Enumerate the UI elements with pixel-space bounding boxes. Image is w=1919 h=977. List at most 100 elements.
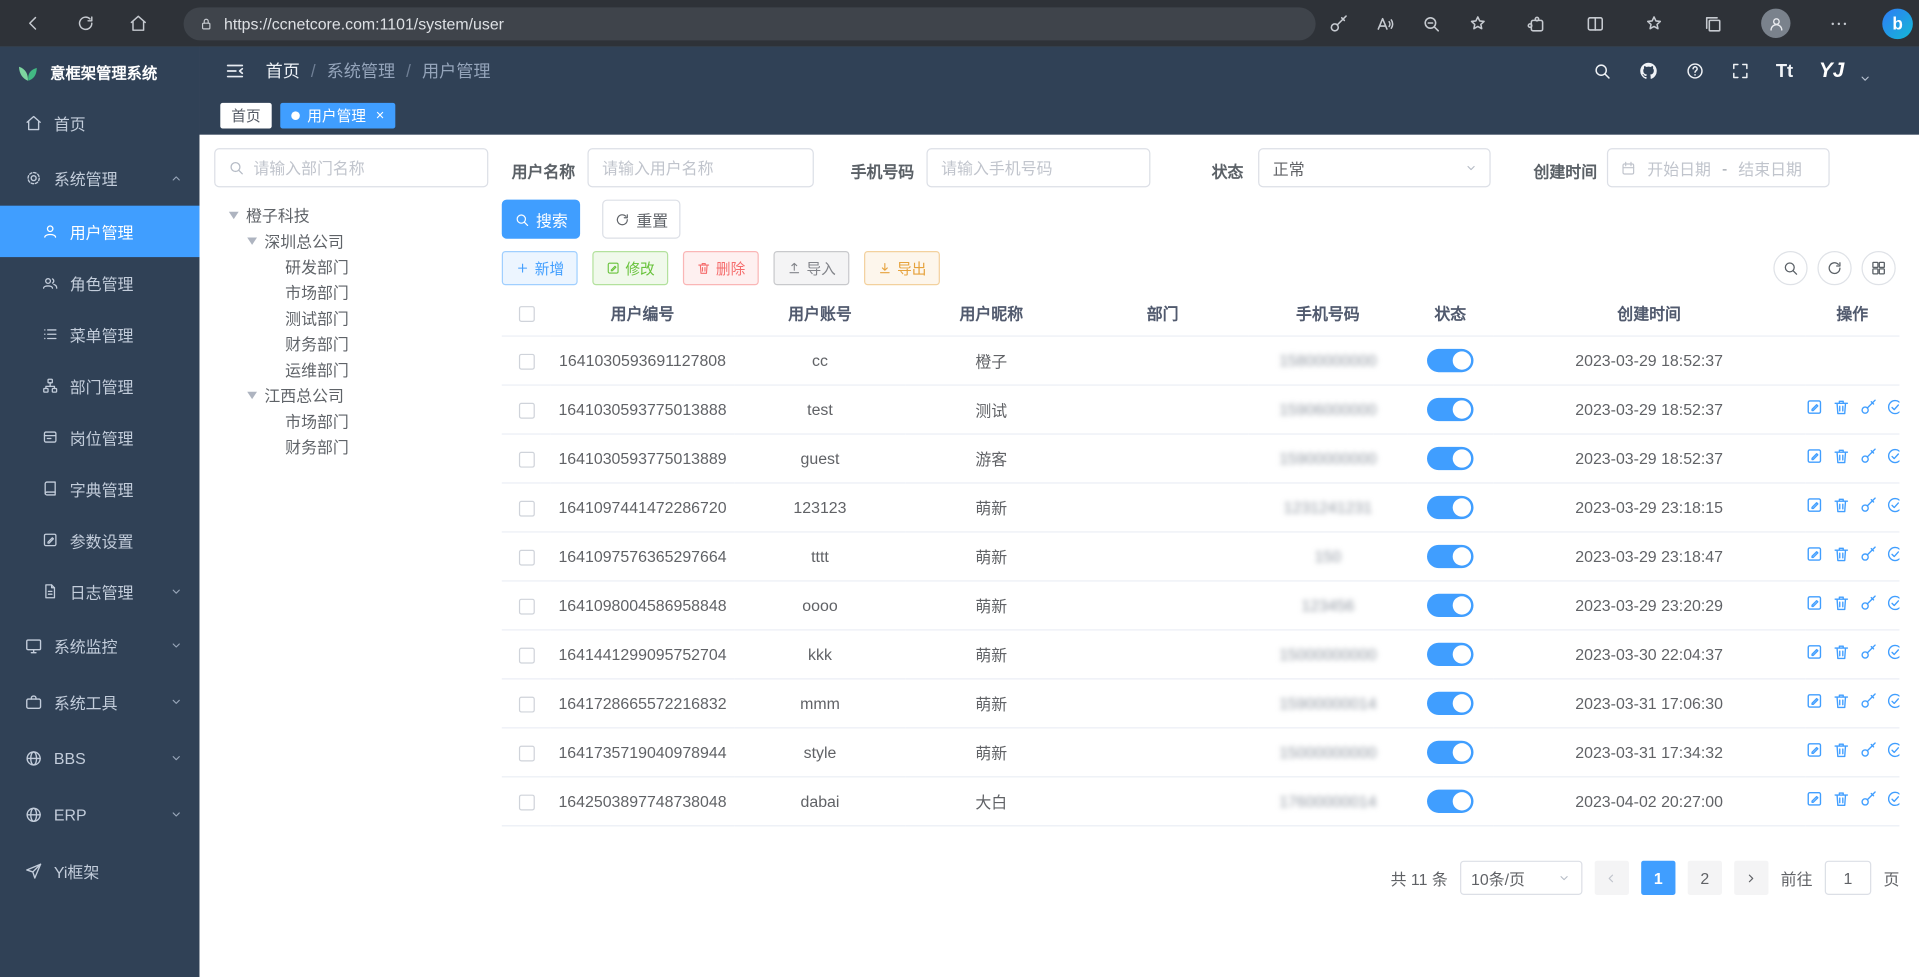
row-delete-icon[interactable] <box>1832 790 1850 808</box>
status-toggle[interactable] <box>1427 348 1474 371</box>
row-checkbox[interactable] <box>518 696 534 712</box>
address-bar[interactable]: https://ccnetcore.com:1101/system/user <box>184 7 1316 40</box>
department-search-input[interactable] <box>253 159 475 177</box>
sidebar-item-dept-mgmt[interactable]: 部门管理 <box>0 360 199 411</box>
zoom-out-icon[interactable] <box>1421 13 1442 34</box>
sidebar-item-home[interactable]: 首页 <box>0 95 199 150</box>
row-reset-password-icon[interactable] <box>1859 692 1877 710</box>
browser-back-button[interactable] <box>20 10 47 37</box>
browser-menu-icon[interactable] <box>1828 13 1849 34</box>
row-delete-icon[interactable] <box>1832 741 1850 759</box>
row-reset-password-icon[interactable] <box>1859 496 1877 514</box>
sidebar-item-post-mgmt[interactable]: 岗位管理 <box>0 411 199 462</box>
row-edit-icon[interactable] <box>1805 741 1823 759</box>
end-date-placeholder[interactable]: 结束日期 <box>1738 156 1802 179</box>
row-assign-role-icon[interactable] <box>1886 643 1899 661</box>
row-edit-icon[interactable] <box>1805 692 1823 710</box>
start-date-placeholder[interactable]: 开始日期 <box>1647 156 1711 179</box>
row-assign-role-icon[interactable] <box>1886 398 1899 416</box>
row-reset-password-icon[interactable] <box>1859 398 1877 416</box>
select-all-checkbox[interactable] <box>518 306 534 322</box>
date-range-picker[interactable]: 开始日期 - 结束日期 <box>1607 148 1830 187</box>
menu-fold-icon[interactable] <box>224 60 246 82</box>
read-aloud-icon[interactable] <box>1374 13 1395 34</box>
status-toggle[interactable] <box>1427 544 1474 567</box>
caret-down-icon[interactable] <box>229 211 239 218</box>
row-edit-icon[interactable] <box>1805 790 1823 808</box>
caret-down-icon[interactable] <box>247 391 257 398</box>
sidebar-item-system-monitor[interactable]: 系统监控 <box>0 617 199 673</box>
prev-page-button[interactable] <box>1595 861 1629 895</box>
sidebar-item-system-mgmt[interactable]: 系统管理 <box>0 151 199 206</box>
tree-node[interactable]: 市场部门 <box>214 279 488 305</box>
sidebar-item-dict-mgmt[interactable]: 字典管理 <box>0 463 199 514</box>
tree-node[interactable]: 深圳总公司 <box>214 228 488 254</box>
row-delete-icon[interactable] <box>1832 643 1850 661</box>
row-checkbox[interactable] <box>518 647 534 663</box>
row-checkbox[interactable] <box>518 500 534 516</box>
tree-node[interactable]: 测试部门 <box>214 305 488 331</box>
status-toggle[interactable] <box>1427 446 1474 469</box>
extensions-icon[interactable] <box>1526 13 1547 34</box>
row-delete-icon[interactable] <box>1832 447 1850 465</box>
status-toggle[interactable] <box>1427 593 1474 616</box>
status-select[interactable]: 正常 <box>1258 148 1491 187</box>
row-edit-icon[interactable] <box>1805 447 1823 465</box>
status-toggle[interactable] <box>1427 397 1474 420</box>
favorites-bar-icon[interactable] <box>1644 13 1665 34</box>
breadcrumb-home[interactable]: 首页 <box>266 59 300 83</box>
sidebar-item-bbs[interactable]: BBS <box>0 730 199 786</box>
tag-home[interactable]: 首页 <box>220 102 271 128</box>
close-icon[interactable]: × <box>376 108 385 123</box>
row-checkbox[interactable] <box>518 353 534 369</box>
row-checkbox[interactable] <box>518 794 534 810</box>
row-edit-icon[interactable] <box>1805 545 1823 563</box>
row-edit-icon[interactable] <box>1805 496 1823 514</box>
collections-icon[interactable] <box>1702 13 1723 34</box>
sidebar-item-system-tools[interactable]: 系统工具 <box>0 673 199 729</box>
user-avatar[interactable]: YJ <box>1819 59 1844 83</box>
row-edit-icon[interactable] <box>1805 594 1823 612</box>
row-assign-role-icon[interactable] <box>1886 692 1899 710</box>
table-columns-button[interactable] <box>1861 251 1895 285</box>
tree-node[interactable]: 运维部门 <box>214 356 488 382</box>
tree-node[interactable]: 橙子科技 <box>214 202 488 228</box>
page-url[interactable]: https://ccnetcore.com:1101/system/user <box>224 14 504 32</box>
row-checkbox[interactable] <box>518 402 534 418</box>
browser-home-button[interactable] <box>125 10 152 37</box>
fullscreen-icon[interactable] <box>1731 61 1751 81</box>
row-checkbox[interactable] <box>518 451 534 467</box>
tree-node[interactable]: 市场部门 <box>214 408 488 434</box>
edit-button[interactable]: 修改 <box>592 251 668 285</box>
copilot-icon[interactable]: b <box>1882 8 1913 39</box>
username-input[interactable] <box>587 148 813 187</box>
row-reset-password-icon[interactable] <box>1859 741 1877 759</box>
next-page-button[interactable] <box>1734 861 1768 895</box>
delete-button[interactable]: 删除 <box>683 251 759 285</box>
row-assign-role-icon[interactable] <box>1886 545 1899 563</box>
tree-node[interactable]: 财务部门 <box>214 331 488 357</box>
row-edit-icon[interactable] <box>1805 643 1823 661</box>
reset-button[interactable]: 重置 <box>602 200 680 239</box>
row-assign-role-icon[interactable] <box>1886 447 1899 465</box>
row-assign-role-icon[interactable] <box>1886 741 1899 759</box>
page-1-button[interactable]: 1 <box>1641 861 1675 895</box>
goto-page-input[interactable] <box>1825 861 1872 895</box>
row-checkbox[interactable] <box>518 745 534 761</box>
tree-node[interactable]: 江西总公司 <box>214 382 488 408</box>
sidebar-item-erp[interactable]: ERP <box>0 786 199 842</box>
tree-node[interactable]: 研发部门 <box>214 253 488 279</box>
status-toggle[interactable] <box>1427 789 1474 812</box>
row-reset-password-icon[interactable] <box>1859 594 1877 612</box>
row-delete-icon[interactable] <box>1832 594 1850 612</box>
add-favorite-icon[interactable] <box>1467 13 1488 34</box>
page-size-select[interactable]: 10条/页 <box>1460 861 1582 895</box>
row-assign-role-icon[interactable] <box>1886 790 1899 808</box>
row-reset-password-icon[interactable] <box>1859 643 1877 661</box>
table-refresh-button[interactable] <box>1817 251 1851 285</box>
caret-down-icon[interactable] <box>247 237 257 244</box>
sidebar-item-log-mgmt[interactable]: 日志管理 <box>0 566 199 617</box>
status-toggle[interactable] <box>1427 642 1474 665</box>
split-screen-icon[interactable] <box>1585 13 1606 34</box>
tag-user-mgmt[interactable]: 用户管理 × <box>280 102 395 128</box>
